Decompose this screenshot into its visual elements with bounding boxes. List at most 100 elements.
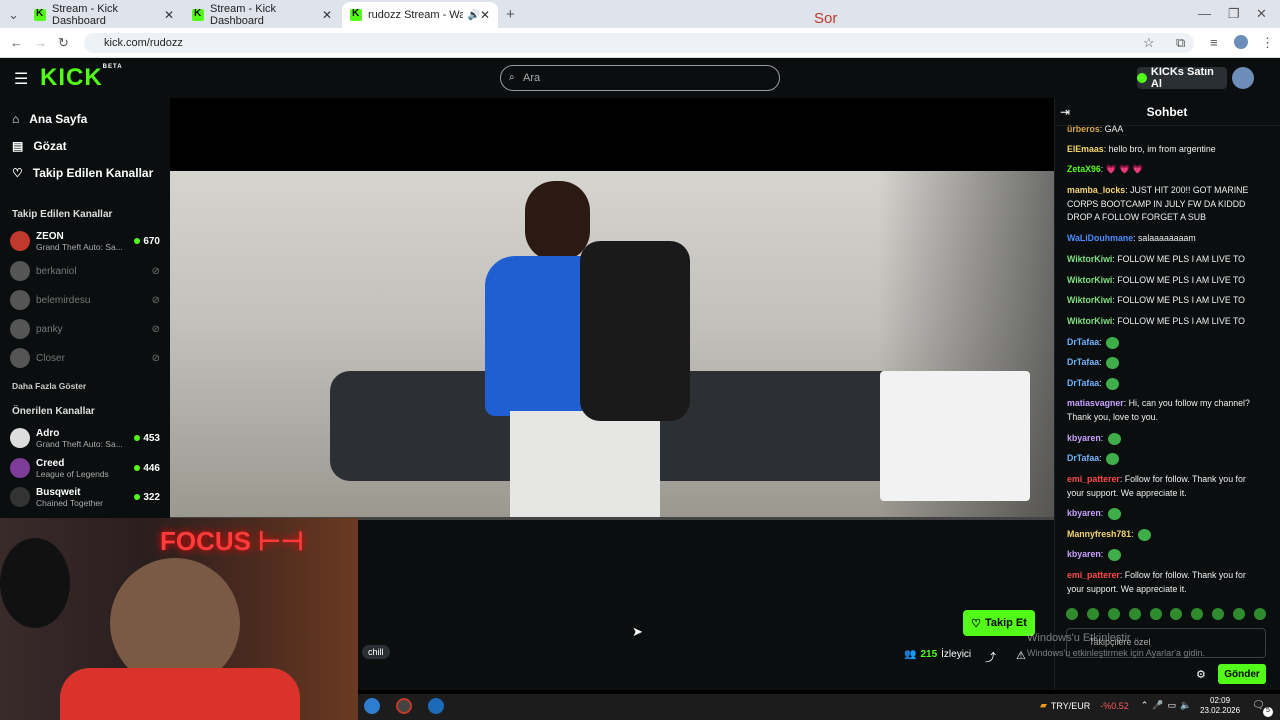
nav-following[interactable]: ♡ Takip Edilen Kanallar bbox=[12, 166, 153, 180]
chat-username[interactable]: DrTafaa bbox=[1067, 337, 1099, 347]
chat-username[interactable]: kbyaren bbox=[1067, 508, 1101, 518]
chat-message: kbyaren: bbox=[1067, 432, 1259, 446]
kick-favicon-icon bbox=[34, 8, 46, 21]
restore-icon[interactable]: ❐ bbox=[1228, 6, 1240, 22]
close-tab-icon[interactable]: ✕ bbox=[480, 8, 490, 22]
followed-channel[interactable]: Closer ⊘ bbox=[10, 345, 160, 371]
search-input[interactable]: ⌕ Ara bbox=[500, 65, 780, 91]
chat-username[interactable]: ürberos bbox=[1067, 124, 1100, 134]
nav-browse[interactable]: ▤ Gözat bbox=[12, 139, 67, 153]
obs-app-icon[interactable] bbox=[396, 698, 412, 714]
chat-username[interactable]: DrTafaa bbox=[1067, 453, 1099, 463]
offline-icon: ⊘ bbox=[151, 265, 160, 277]
followed-channel[interactable]: berkaniol ⊘ bbox=[10, 258, 160, 284]
video-player[interactable] bbox=[170, 171, 1054, 517]
emote-icon[interactable] bbox=[1107, 608, 1120, 620]
recommended-channel[interactable]: Creed League of Legends 446 bbox=[10, 455, 160, 481]
tab-list-chevron-icon[interactable]: ⌄ bbox=[8, 7, 19, 23]
chat-username[interactable]: matiasvagner bbox=[1067, 398, 1124, 408]
browser-tab-2[interactable]: Stream - Kick Dashboard ✕ bbox=[184, 2, 340, 28]
steam-app-icon[interactable] bbox=[428, 698, 444, 714]
chat-username[interactable]: ZetaX96 bbox=[1067, 164, 1101, 174]
nav-home[interactable]: ⌂ Ana Sayfa bbox=[12, 112, 87, 126]
url-field[interactable]: kick.com/rudozz bbox=[84, 33, 1194, 53]
viewer-count: 670 bbox=[134, 236, 160, 247]
recommended-channel[interactable]: Adro Grand Theft Auto: Sa... 453 bbox=[10, 425, 160, 451]
profile-avatar[interactable] bbox=[1234, 35, 1248, 49]
taskbar-app-icon[interactable] bbox=[364, 698, 380, 714]
chat-username[interactable]: Mannyfresh781 bbox=[1067, 529, 1131, 539]
report-icon[interactable]: ⚠ bbox=[1016, 649, 1026, 662]
chat-settings-gear-icon[interactable]: ⚙ bbox=[1196, 668, 1206, 681]
chat-message: WiktorKiwi: FOLLOW ME PLS I AM LIVE TO bbox=[1067, 316, 1246, 326]
mic-icon[interactable]: 🎤 bbox=[1152, 700, 1163, 711]
recommended-channel[interactable]: Busqweit Chained Together 322 bbox=[10, 484, 160, 510]
hamburger-menu-icon[interactable]: ☰ bbox=[14, 69, 28, 89]
chat-username[interactable]: emi_patterer bbox=[1067, 474, 1120, 484]
currency-pair[interactable]: TRY/EUR bbox=[1051, 701, 1090, 711]
emote-icon[interactable] bbox=[1128, 608, 1141, 620]
emote-icon[interactable] bbox=[1253, 608, 1266, 620]
close-tab-icon[interactable]: ✕ bbox=[164, 8, 174, 22]
emote-icon[interactable] bbox=[1066, 608, 1078, 620]
stream-tag[interactable]: chill bbox=[362, 645, 390, 659]
chat-username[interactable]: emi_patterer bbox=[1067, 570, 1120, 580]
viewer-number: 322 bbox=[143, 491, 160, 503]
audio-playing-icon[interactable]: 🔊 bbox=[467, 10, 479, 21]
follow-button[interactable]: ♡ Takip Et bbox=[963, 610, 1035, 636]
collapse-chat-icon[interactable]: ⇥ bbox=[1060, 105, 1070, 119]
close-tab-icon[interactable]: ✕ bbox=[322, 8, 332, 22]
chat-username[interactable]: WiktorKiwi bbox=[1067, 275, 1112, 285]
chat-username[interactable]: mamba_locks bbox=[1067, 185, 1125, 195]
emote-icon[interactable] bbox=[1086, 608, 1099, 620]
network-icon[interactable]: ▭ bbox=[1168, 700, 1177, 711]
chat-username[interactable]: kbyaren bbox=[1067, 549, 1101, 559]
minimize-icon[interactable]: — bbox=[1198, 6, 1211, 21]
user-avatar[interactable] bbox=[1232, 67, 1254, 89]
emote-icon[interactable] bbox=[1233, 608, 1245, 620]
chat-text: 💗 💗 💗 bbox=[1105, 164, 1144, 174]
followed-channel-zeon[interactable]: ZEON Grand Theft Auto: Sa... 670 bbox=[10, 228, 160, 254]
media-control-icon[interactable]: ≡ bbox=[1210, 35, 1218, 50]
buy-kicks-button[interactable]: KICKs Satın Al bbox=[1137, 66, 1227, 90]
close-window-icon[interactable]: ✕ bbox=[1256, 6, 1267, 22]
bookmark-star-icon[interactable]: ☆ bbox=[1143, 35, 1155, 51]
chat-username[interactable]: kbyaren bbox=[1067, 433, 1101, 443]
chat-username[interactable]: ElEmaas bbox=[1067, 144, 1104, 154]
kick-logo[interactable]: KICKBETA bbox=[40, 64, 123, 92]
chat-username[interactable]: WiktorKiwi bbox=[1067, 316, 1112, 326]
send-button[interactable]: Gönder bbox=[1218, 664, 1266, 684]
chat-username[interactable]: WiktorKiwi bbox=[1067, 295, 1112, 305]
chat-username[interactable]: WiktorKiwi bbox=[1067, 254, 1112, 264]
overlay-text: Sor bbox=[814, 10, 838, 27]
chat-username[interactable]: WaLiDouhmane bbox=[1067, 233, 1133, 243]
tray-chevron-icon[interactable]: ⌃ bbox=[1141, 700, 1149, 711]
browser-tab-1[interactable]: Stream - Kick Dashboard ✕ bbox=[26, 2, 182, 28]
followed-channel[interactable]: belemirdesu ⊘ bbox=[10, 287, 160, 313]
forward-icon[interactable]: → bbox=[34, 35, 47, 50]
emote-icon[interactable] bbox=[1191, 608, 1204, 620]
extensions-icon[interactable]: ⧉ bbox=[1176, 35, 1185, 51]
chat-message: ElEmaas: hello bro, im from argentine bbox=[1067, 144, 1216, 154]
share-icon[interactable]: ⤴ bbox=[985, 649, 996, 665]
taskbar-clock[interactable]: 02:09 23.02.2026 bbox=[1200, 696, 1240, 716]
chat-username[interactable]: DrTafaa bbox=[1067, 357, 1099, 367]
logo-text: KICK bbox=[40, 64, 103, 91]
new-tab-button[interactable]: + bbox=[506, 6, 515, 23]
followed-channel[interactable]: panky ⊘ bbox=[10, 316, 160, 342]
emote-icon[interactable] bbox=[1149, 608, 1162, 620]
reload-icon[interactable]: ↻ bbox=[58, 35, 69, 51]
browser-menu-icon[interactable]: ⋮ bbox=[1261, 35, 1274, 51]
volume-icon[interactable]: 🔈 bbox=[1180, 700, 1191, 711]
chat-message: DrTafaa: bbox=[1067, 452, 1259, 466]
emote-icon[interactable] bbox=[1212, 608, 1225, 620]
chat-message: ZetaX96: 💗 💗 💗 bbox=[1067, 164, 1144, 174]
chat-username[interactable]: DrTafaa bbox=[1067, 378, 1099, 388]
emote-icon[interactable] bbox=[1170, 608, 1183, 620]
show-more-link[interactable]: Daha Fazla Göster bbox=[12, 381, 86, 391]
video-jacket bbox=[580, 241, 690, 421]
viewer-count: 446 bbox=[134, 463, 160, 474]
chat-message: WiktorKiwi: FOLLOW ME PLS I AM LIVE TO bbox=[1067, 275, 1246, 285]
back-icon[interactable]: ← bbox=[10, 35, 23, 50]
browser-tab-3-active[interactable]: rudozz Stream - Watch Live 🔊 ✕ bbox=[342, 2, 498, 28]
